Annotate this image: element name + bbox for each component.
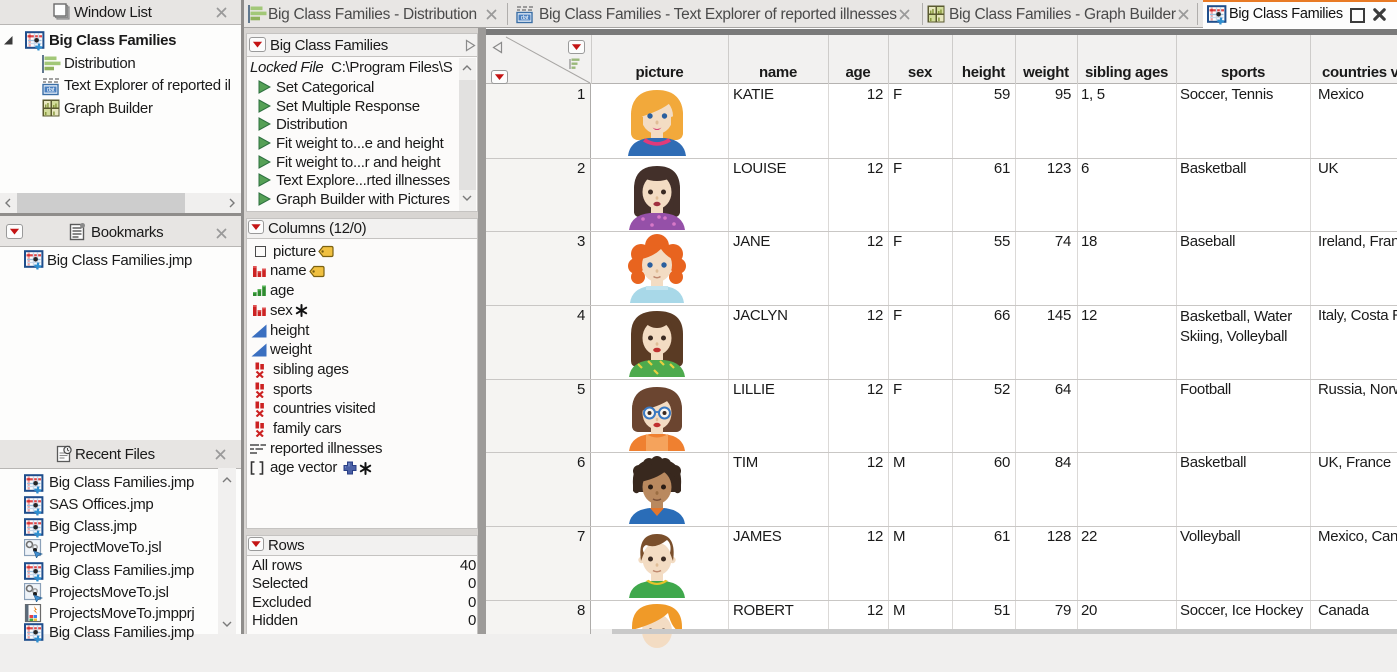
svg-text:dat: dat xyxy=(521,16,529,22)
svg-text:dat: dat xyxy=(47,88,55,94)
